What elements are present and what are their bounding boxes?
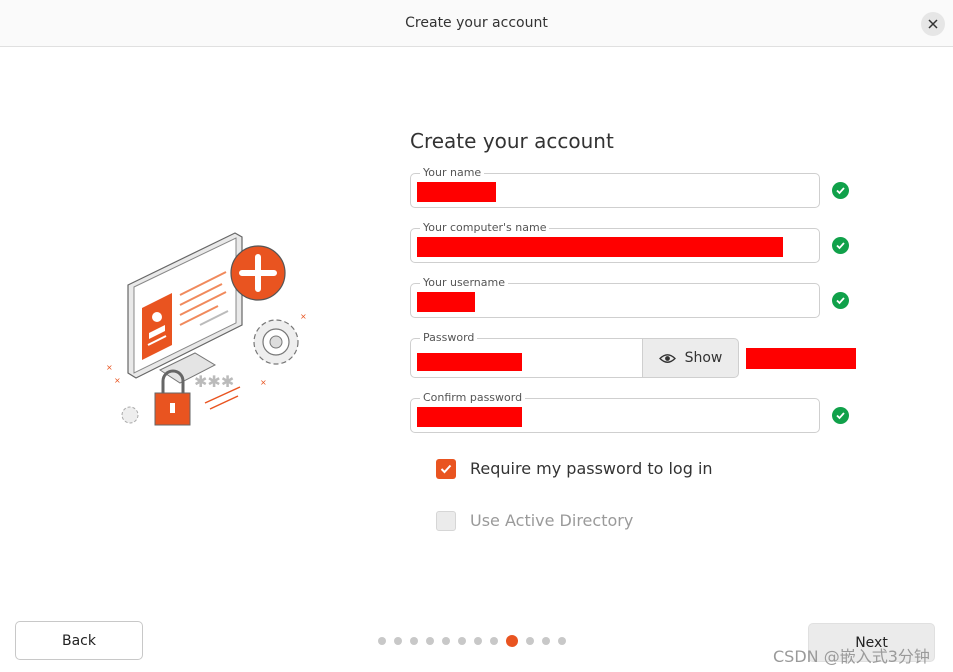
require-password-label[interactable]: Require my password to log in — [470, 459, 713, 478]
computer-name-field-redacted-value — [417, 237, 783, 257]
close-icon — [928, 19, 938, 29]
svg-text:✱✱✱: ✱✱✱ — [194, 372, 234, 391]
step-dot — [410, 637, 418, 645]
step-dot — [558, 637, 566, 645]
password-strength-redacted — [746, 348, 856, 369]
active-directory-label[interactable]: Use Active Directory — [470, 511, 633, 530]
svg-text:×: × — [300, 312, 307, 321]
step-dot — [490, 637, 498, 645]
back-button-label: Back — [62, 632, 96, 649]
confirm-password-field-label: Confirm password — [420, 392, 526, 404]
step-dot — [426, 637, 434, 645]
svg-text:×: × — [106, 363, 113, 372]
computer-name-field[interactable]: Your computer's name — [410, 222, 820, 263]
step-dot — [442, 637, 450, 645]
name-field[interactable]: Your name — [410, 167, 820, 208]
watermark: CSDN @嵌入式3分钟 — [773, 647, 930, 666]
password-field-redacted-value — [417, 353, 522, 371]
close-button[interactable] — [921, 12, 945, 36]
svg-text:×: × — [114, 376, 121, 385]
confirm-password-field[interactable]: Confirm password — [410, 392, 820, 433]
confirm-password-field-redacted-value — [417, 407, 522, 427]
check-circle-icon — [832, 182, 849, 199]
check-circle-icon — [832, 237, 849, 254]
svg-text:×: × — [260, 378, 267, 387]
username-field[interactable]: Your username — [410, 277, 820, 318]
username-field-label: Your username — [420, 277, 508, 289]
step-dot-active — [506, 635, 518, 647]
name-field-redacted-value — [417, 182, 496, 202]
step-dot — [474, 637, 482, 645]
check-circle-icon — [832, 407, 849, 424]
step-dot — [526, 637, 534, 645]
eye-icon — [658, 353, 676, 363]
form-heading: Create your account — [410, 129, 614, 153]
back-button[interactable]: Back — [15, 621, 143, 660]
check-circle-icon — [832, 292, 849, 309]
step-dot — [542, 637, 550, 645]
name-field-label: Your name — [420, 167, 485, 179]
password-field[interactable]: Password — [410, 332, 643, 378]
username-field-redacted-value — [417, 292, 475, 312]
show-password-button[interactable]: Show — [642, 338, 739, 378]
step-dot — [378, 637, 386, 645]
step-dot — [458, 637, 466, 645]
checkmark-icon — [440, 464, 452, 474]
active-directory-checkbox[interactable] — [436, 511, 456, 531]
window-title: Create your account — [405, 15, 548, 31]
require-password-checkbox[interactable] — [436, 459, 456, 479]
step-indicator — [378, 634, 566, 648]
title-bar: Create your account — [0, 0, 953, 47]
show-password-label: Show — [684, 350, 723, 366]
account-illustration: ✱✱✱ × × × × — [106, 232, 307, 426]
password-field-label: Password — [420, 332, 478, 344]
step-dot — [394, 637, 402, 645]
computer-name-field-label: Your computer's name — [420, 222, 550, 234]
